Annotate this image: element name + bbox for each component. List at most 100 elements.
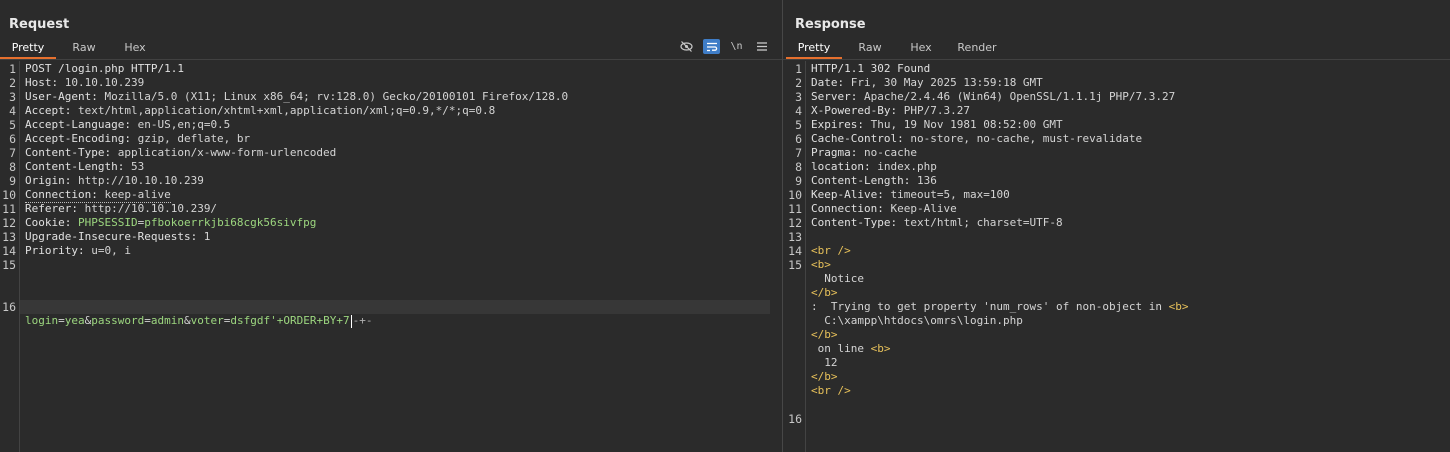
wrap-lines-icon[interactable] xyxy=(703,39,720,54)
cookie-value: pfbokoerrkjbi68cgk56sivfpg xyxy=(144,216,317,229)
request-line: 12 Cookie: PHPSESSID=pfbokoerrkjbi68cgk56… xyxy=(0,216,782,230)
request-line: 14 Priority: u=0, i xyxy=(0,244,782,258)
response-body-line: </b> xyxy=(783,328,1450,342)
line-number: 1 xyxy=(9,62,16,76)
header-name: Cache-Control: xyxy=(811,132,904,145)
line-number: 13 xyxy=(788,230,802,244)
header-name: Origin: xyxy=(25,174,72,187)
line-number: 8 xyxy=(9,160,16,174)
response-editor[interactable]: 1 HTTP/1.1 302 Found 2 Date: Fri, 30 May 2… xyxy=(783,62,1450,452)
line-number: 14 xyxy=(2,244,16,258)
html-tag: </b> xyxy=(811,370,838,383)
header-name: Host: xyxy=(25,76,59,89)
line-number: 3 xyxy=(9,90,16,104)
line-number: 11 xyxy=(2,202,16,216)
request-line: 15 xyxy=(0,258,782,272)
response-tab-render[interactable]: Render xyxy=(944,38,1010,58)
header-value: u=0, i xyxy=(84,244,131,257)
response-line: 9 Content-Length: 136 xyxy=(783,174,1450,188)
response-title: Response xyxy=(795,17,866,32)
response-line: 10 Keep-Alive: timeout=5, max=100 xyxy=(783,188,1450,202)
request-line: 5 Accept-Language: en-US,en;q=0.5 xyxy=(0,118,782,132)
line-number: 16 xyxy=(2,300,16,314)
request-line: 4 Accept: text/html,application/xhtml+xml… xyxy=(0,104,782,118)
menu-icon[interactable] xyxy=(753,39,770,54)
response-pane: Response Pretty Raw Hex Render 1 HTTP/1.1… xyxy=(783,0,1450,452)
request-body-line: 16 login=yea&password=admin&voter=dsfgdf… xyxy=(0,272,782,328)
request-tab-raw[interactable]: Raw xyxy=(56,38,112,58)
response-tab-pretty[interactable]: Pretty xyxy=(786,38,842,59)
html-text: 12 xyxy=(811,356,838,369)
line-number: 14 xyxy=(788,244,802,258)
request-tab-pretty[interactable]: Pretty xyxy=(0,38,56,59)
header-name: Server: xyxy=(811,90,858,103)
newline-icon[interactable]: \n xyxy=(728,39,745,54)
response-line: 12 Content-Type: text/html; charset=UTF-8 xyxy=(783,216,1450,230)
html-tag: </b> xyxy=(811,328,838,341)
param-value: admin xyxy=(150,314,184,327)
header-name: Accept-Encoding: xyxy=(25,132,131,145)
cookie-name: PHPSESSID xyxy=(77,216,138,229)
header-value: no-store, no-cache, must-revalidate xyxy=(903,132,1143,145)
header-name: Content-Type: xyxy=(25,146,112,159)
header-name: Keep-Alive: xyxy=(811,188,884,201)
line-number: 11 xyxy=(788,202,802,216)
response-line: 8 location: index.php xyxy=(783,160,1450,174)
request-line: 11 Referer: http://10.10.10.239/ xyxy=(0,202,782,216)
response-tabs-rule xyxy=(783,59,1450,60)
param-value: dsfgdf'+ORDER+BY+7 xyxy=(230,314,350,327)
response-line: 13 xyxy=(783,230,1450,244)
header-name: User-Agent: xyxy=(25,90,98,103)
line-number: 9 xyxy=(9,174,16,188)
html-tag: <br /> xyxy=(811,244,851,257)
response-line: 11 Connection: Keep-Alive xyxy=(783,202,1450,216)
header-name: Priority: xyxy=(25,244,85,257)
param-separator: & xyxy=(183,314,191,327)
header-value: 53 xyxy=(124,160,145,173)
header-name: X-Powered-By: xyxy=(811,104,898,117)
header-value: application/x-www-form-urlencoded xyxy=(111,146,337,159)
line-number: 12 xyxy=(2,216,16,230)
response-tab-hex[interactable]: Hex xyxy=(898,38,944,58)
response-body-line: </b> xyxy=(783,286,1450,300)
response-body-line: 12 xyxy=(783,356,1450,370)
request-tab-hex[interactable]: Hex xyxy=(112,38,158,58)
eye-off-icon[interactable] xyxy=(678,39,695,54)
header-value: http://10.10.10.239 xyxy=(71,174,204,187)
param-value-tail: -+- xyxy=(352,314,373,327)
header-name: location: xyxy=(811,160,871,173)
header-value: no-cache xyxy=(857,146,917,159)
header-value: 1 xyxy=(197,230,211,243)
html-tag: <br /> xyxy=(811,384,851,397)
line-number: 12 xyxy=(788,216,802,230)
response-line: 2 Date: Fri, 30 May 2025 13:59:18 GMT xyxy=(783,76,1450,90)
request-line: 2 Host: 10.10.10.239 xyxy=(0,76,782,90)
line-number: 6 xyxy=(795,132,802,146)
html-text: Notice xyxy=(811,272,864,285)
header-value: 10.10.10.239 xyxy=(58,76,145,89)
header-name: Date: xyxy=(811,76,845,89)
line-number: 2 xyxy=(795,76,802,90)
header-name: Referer: xyxy=(25,202,78,215)
line-number: 6 xyxy=(9,132,16,146)
response-body-line: 15 <b> xyxy=(783,258,1450,272)
response-body-line: C:\xampp\htdocs\omrs\login.php xyxy=(783,314,1450,328)
line-number: 2 xyxy=(9,76,16,90)
response-tab-raw[interactable]: Raw xyxy=(842,38,898,58)
line-number: 5 xyxy=(9,118,16,132)
request-title: Request xyxy=(9,17,70,32)
request-toolbar: \n xyxy=(678,39,770,54)
request-editor[interactable]: 1 POST /login.php HTTP/1.1 2 Host: 10.10.1… xyxy=(0,62,782,452)
header-value: timeout=5, max=100 xyxy=(883,188,1010,201)
line-number: 9 xyxy=(795,174,802,188)
request-line: 3 User-Agent: Mozilla/5.0 (X11; Linux x86… xyxy=(0,90,782,104)
response-tabs: Pretty Raw Hex Render xyxy=(786,38,1010,59)
header-value: Fri, 30 May 2025 13:59:18 GMT xyxy=(844,76,1043,89)
request-line: 13 Upgrade-Insecure-Requests: 1 xyxy=(0,230,782,244)
header-name: Cookie: xyxy=(25,216,72,229)
header-value: index.php xyxy=(870,160,937,173)
request-line: 9 Origin: http://10.10.10.239 xyxy=(0,174,782,188)
line-number: 3 xyxy=(795,90,802,104)
response-body-line: on line <b> xyxy=(783,342,1450,356)
response-line: 6 Cache-Control: no-store, no-cache, must… xyxy=(783,132,1450,146)
